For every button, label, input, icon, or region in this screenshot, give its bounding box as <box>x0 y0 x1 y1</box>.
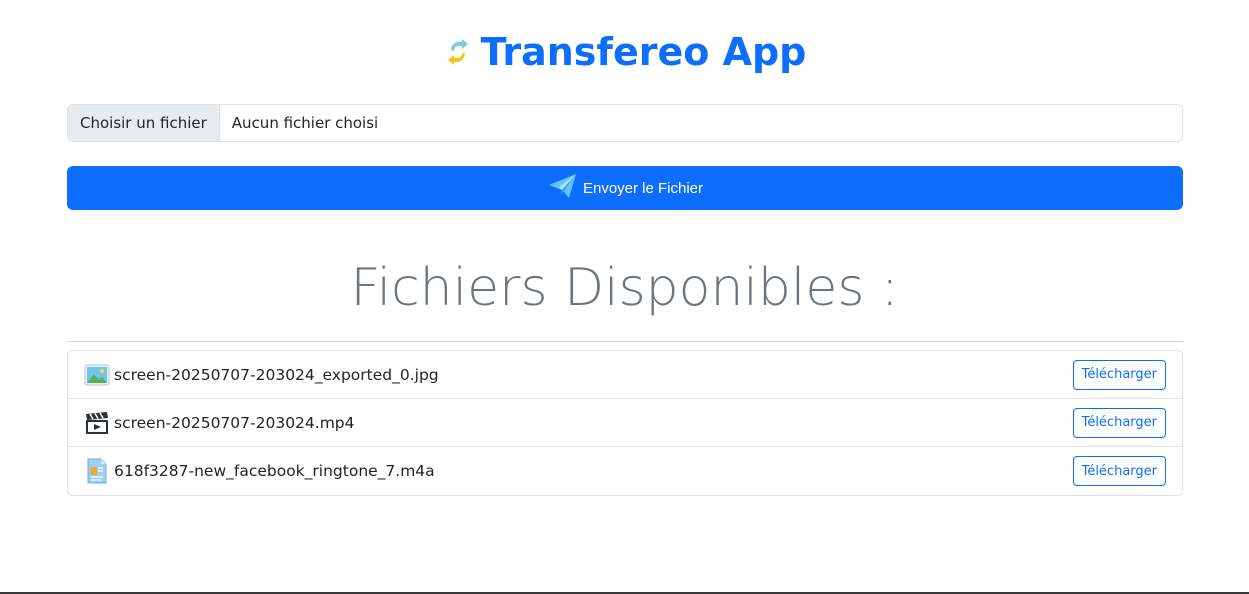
file-name: 618f3287-new_facebook_ringtone_7.m4a <box>114 462 435 480</box>
file-input[interactable]: Choisir un fichier Aucun fichier choisi <box>67 104 1183 142</box>
file-name: screen-20250707-203024.mp4 <box>114 413 355 432</box>
video-clapper-icon <box>84 410 110 436</box>
file-name: screen-20250707-203024_exported_0.jpg <box>114 365 439 384</box>
download-button[interactable]: Télécharger <box>1072 456 1166 486</box>
send-file-button[interactable]: Envoyer le Fichier <box>67 166 1183 210</box>
choose-file-button[interactable]: Choisir un fichier <box>68 105 220 141</box>
files-section-title: Fichiers Disponibles : <box>350 258 899 318</box>
app-title: Transfereo App <box>480 30 807 74</box>
file-name-display: Aucun fichier choisi <box>231 114 379 132</box>
paper-plane-icon <box>547 170 579 206</box>
list-item: screen-20250707-203024.mp4 Télécharger <box>68 399 1182 447</box>
section-divider <box>67 341 1183 342</box>
download-button[interactable]: Télécharger <box>1072 407 1166 438</box>
repeat-arrow-icon <box>443 36 473 68</box>
file-list: screen-20250707-203024_exported_0.jpg Té… <box>67 350 1183 496</box>
list-item: 618f3287-new_facebook_ringtone_7.m4a Tél… <box>68 447 1182 495</box>
send-button-label: Envoyer le Fichier <box>582 179 704 197</box>
list-item: screen-20250707-203024_exported_0.jpg Té… <box>68 351 1182 399</box>
image-file-icon <box>84 362 110 388</box>
download-button[interactable]: Télécharger <box>1072 359 1166 390</box>
app-header: Transfereo App <box>0 30 1249 74</box>
document-file-icon <box>84 458 110 484</box>
